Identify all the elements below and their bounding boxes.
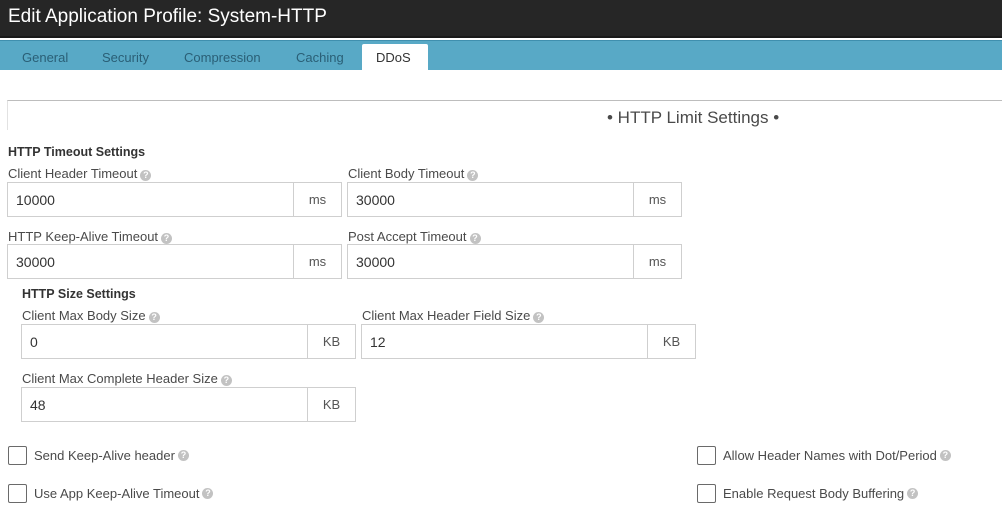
post-accept-timeout-field: ms (347, 244, 682, 279)
enable-request-body-buffering-checkbox[interactable] (697, 484, 716, 503)
use-app-keepalive-timeout-option: Use App Keep-Alive Timeout ? (8, 484, 214, 503)
client-max-complete-header-size-label: Client Max Complete Header Size? (22, 371, 232, 386)
help-icon[interactable]: ? (202, 488, 214, 499)
size-settings-heading: HTTP Size Settings (22, 287, 136, 301)
client-header-timeout-field: ms (7, 182, 342, 217)
use-app-keepalive-timeout-label: Use App Keep-Alive Timeout (34, 486, 200, 501)
client-max-header-field-size-field: KB (361, 324, 696, 359)
window-title: Edit Application Profile: System-HTTP (8, 6, 327, 27)
client-max-header-field-size-input[interactable] (362, 325, 647, 358)
help-icon[interactable]: ? (148, 312, 160, 323)
client-body-timeout-input[interactable] (348, 183, 633, 216)
tab-compression[interactable]: Compression (170, 44, 275, 71)
help-icon[interactable]: ? (469, 233, 481, 244)
help-icon[interactable]: ? (907, 488, 919, 499)
tab-general[interactable]: General (8, 44, 82, 71)
help-icon[interactable]: ? (177, 450, 189, 461)
client-max-body-size-input[interactable] (22, 325, 307, 358)
help-icon[interactable]: ? (467, 170, 479, 181)
timeout-settings-heading: HTTP Timeout Settings (8, 145, 146, 159)
allow-header-names-dot-checkbox[interactable] (697, 446, 716, 465)
section-frame (7, 100, 1002, 130)
allow-header-names-dot-label: Allow Header Names with Dot/Period (723, 448, 937, 463)
client-max-complete-header-size-field: KB (21, 387, 356, 422)
keepalive-timeout-input[interactable] (8, 245, 293, 278)
help-icon[interactable]: ? (533, 312, 545, 323)
post-accept-timeout-label: Post Accept Timeout? (348, 229, 481, 244)
client-header-timeout-label: Client Header Timeout? (8, 166, 152, 181)
ms-unit: ms (293, 183, 341, 216)
use-app-keepalive-timeout-checkbox[interactable] (8, 484, 27, 503)
post-accept-timeout-input[interactable] (348, 245, 633, 278)
enable-request-body-buffering-option: Enable Request Body Buffering ? (697, 484, 919, 503)
ms-unit: ms (633, 245, 681, 278)
enable-request-body-buffering-label: Enable Request Body Buffering (723, 486, 905, 501)
allow-header-names-dot-option: Allow Header Names with Dot/Period ? (697, 446, 951, 465)
tab-caching[interactable]: Caching (282, 44, 358, 71)
title-bar: Edit Application Profile: System-HTTP (0, 0, 1002, 38)
client-max-complete-header-size-input[interactable] (22, 388, 307, 421)
ms-unit: ms (293, 245, 341, 278)
kb-unit: KB (307, 388, 355, 421)
client-max-header-field-size-label: Client Max Header Field Size? (362, 308, 545, 323)
section-heading: • HTTP Limit Settings • (607, 108, 780, 127)
tab-ddos[interactable]: DDoS (362, 44, 428, 71)
client-max-body-size-label: Client Max Body Size? (22, 308, 160, 323)
ms-unit: ms (633, 183, 681, 216)
help-icon[interactable]: ? (161, 233, 173, 244)
client-body-timeout-field: ms (347, 182, 682, 217)
help-icon[interactable]: ? (140, 170, 152, 181)
help-icon[interactable]: ? (220, 375, 232, 386)
client-body-timeout-label: Client Body Timeout? (348, 166, 479, 181)
kb-unit: KB (647, 325, 695, 358)
client-header-timeout-input[interactable] (8, 183, 293, 216)
help-icon[interactable]: ? (939, 450, 951, 461)
send-keepalive-header-checkbox[interactable] (8, 446, 27, 465)
keepalive-timeout-label: HTTP Keep-Alive Timeout? (8, 229, 173, 244)
kb-unit: KB (307, 325, 355, 358)
send-keepalive-header-label: Send Keep-Alive header (34, 448, 175, 463)
tab-security[interactable]: Security (88, 44, 163, 71)
send-keepalive-header-option: Send Keep-Alive header ? (8, 446, 189, 465)
tab-bar: General Security Compression Caching DDo… (0, 40, 1002, 71)
keepalive-timeout-field: ms (7, 244, 342, 279)
client-max-body-size-field: KB (21, 324, 356, 359)
